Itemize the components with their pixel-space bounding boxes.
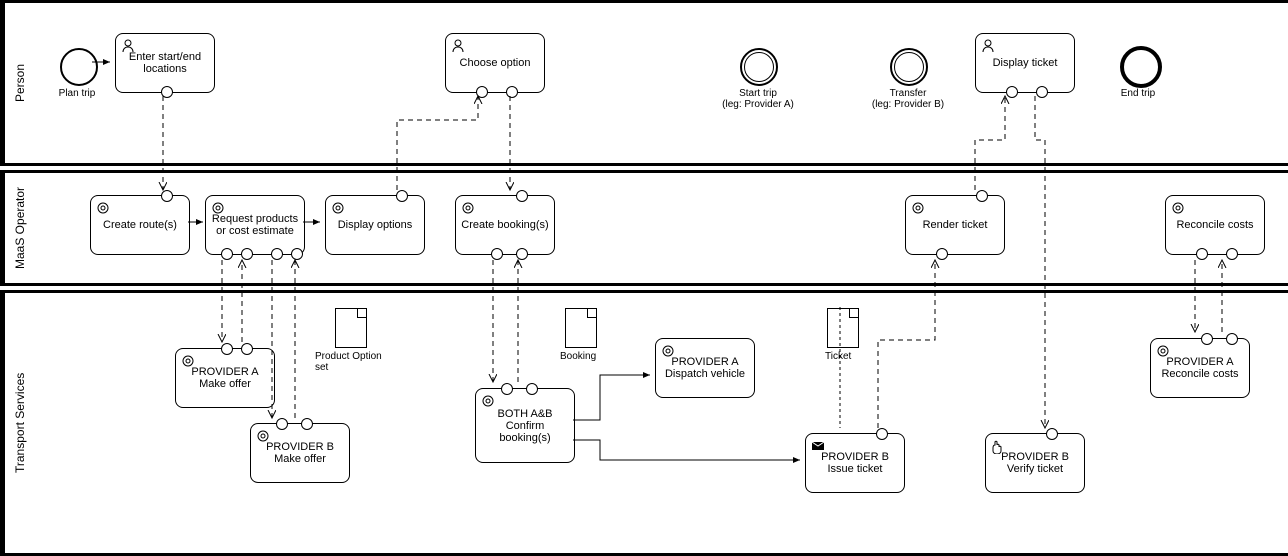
pool-person: Person Plan trip Enter start/end locatio…	[0, 0, 1288, 166]
gear-icon	[660, 343, 676, 359]
task-provider-b-issue: PROVIDER B Issue ticket	[805, 433, 905, 493]
lane-label-maas: MaaS Operator	[3, 173, 35, 283]
user-icon	[980, 38, 996, 54]
dataobj-booking	[565, 308, 597, 348]
task-provider-a-offer: PROVIDER A Make offer	[175, 348, 275, 408]
dataobj-ticket-label: Ticket	[825, 351, 905, 362]
task-provider-a-reconcile-label: PROVIDER A Reconcile costs	[1161, 356, 1238, 380]
gear-icon	[210, 200, 226, 216]
end-event-end-trip	[1120, 46, 1162, 88]
task-provider-a-dispatch-label: PROVIDER A Dispatch vehicle	[665, 356, 745, 380]
task-provider-b-issue-label: PROVIDER B Issue ticket	[821, 451, 889, 475]
task-choose-option: Choose option	[445, 33, 545, 93]
gear-icon	[1170, 200, 1186, 216]
task-request-products-label: Request products or cost estimate	[210, 213, 300, 237]
pool-transport: Transport Services PROVIDER A Make offer…	[0, 290, 1288, 556]
task-reconcile-costs: Reconcile costs	[1165, 195, 1265, 255]
gear-icon	[95, 200, 111, 216]
task-request-products: Request products or cost estimate	[205, 195, 305, 255]
dataobj-booking-label: Booking	[560, 351, 640, 362]
dataobj-product-option-set	[335, 308, 367, 348]
task-create-routes-label: Create route(s)	[103, 219, 177, 231]
task-provider-b-offer: PROVIDER B Make offer	[250, 423, 350, 483]
task-display-ticket-label: Display ticket	[993, 57, 1058, 69]
event-start-trip-label: Start trip (leg: Provider A)	[713, 88, 803, 110]
pool-maas: MaaS Operator Create route(s) Request pr…	[0, 170, 1288, 286]
task-create-bookings-label: Create booking(s)	[461, 219, 548, 231]
start-event-plan-trip	[60, 48, 98, 86]
task-both-confirm-label: BOTH A&B Confirm booking(s)	[480, 408, 570, 444]
task-display-options: Display options	[325, 195, 425, 255]
task-provider-b-verify-label: PROVIDER B Verify ticket	[1001, 451, 1069, 475]
task-both-confirm: BOTH A&B Confirm booking(s)	[475, 388, 575, 463]
hand-icon	[990, 438, 1006, 454]
gear-icon	[910, 200, 926, 216]
task-choose-option-label: Choose option	[460, 57, 531, 69]
envelope-icon	[810, 438, 826, 454]
task-provider-b-offer-label: PROVIDER B Make offer	[266, 441, 334, 465]
task-provider-b-verify: PROVIDER B Verify ticket	[985, 433, 1085, 493]
dataobj-product-option-set-label: Product Option set	[315, 351, 395, 373]
task-create-bookings: Create booking(s)	[455, 195, 555, 255]
gear-icon	[255, 428, 271, 444]
task-create-routes: Create route(s)	[90, 195, 190, 255]
lane-label-person: Person	[3, 3, 35, 163]
lane-label-transport: Transport Services	[3, 293, 35, 553]
user-icon	[450, 38, 466, 54]
gear-icon	[460, 200, 476, 216]
task-reconcile-costs-label: Reconcile costs	[1176, 219, 1253, 231]
task-enter-locations: Enter start/end locations	[115, 33, 215, 93]
task-display-options-label: Display options	[338, 219, 413, 231]
gear-icon	[180, 353, 196, 369]
task-provider-a-dispatch: PROVIDER A Dispatch vehicle	[655, 338, 755, 398]
start-event-plan-trip-label: Plan trip	[32, 88, 122, 99]
dataobj-ticket	[827, 308, 859, 348]
task-provider-a-reconcile: PROVIDER A Reconcile costs	[1150, 338, 1250, 398]
task-render-ticket-label: Render ticket	[923, 219, 988, 231]
user-icon	[120, 38, 136, 54]
gear-icon	[1155, 343, 1171, 359]
event-transfer	[890, 48, 928, 86]
task-render-ticket: Render ticket	[905, 195, 1005, 255]
event-transfer-label: Transfer (leg: Provider B)	[863, 88, 953, 110]
task-enter-locations-label: Enter start/end locations	[120, 51, 210, 75]
gear-icon	[330, 200, 346, 216]
gear-icon	[480, 393, 496, 409]
task-display-ticket: Display ticket	[975, 33, 1075, 93]
task-provider-a-offer-label: PROVIDER A Make offer	[191, 366, 258, 390]
event-start-trip	[740, 48, 778, 86]
end-event-end-trip-label: End trip	[1093, 88, 1183, 99]
